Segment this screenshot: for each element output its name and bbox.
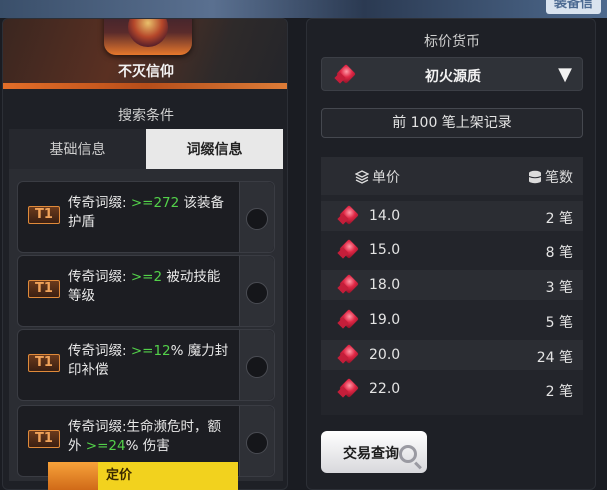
tier-badge: T1 (28, 280, 60, 298)
currency-selected: 初火源质 (425, 69, 481, 85)
row-count: 5 笔 (545, 315, 573, 331)
ember-gem-icon (339, 275, 359, 295)
affix-select-radio[interactable] (246, 432, 268, 454)
currency-select[interactable]: 初火源质 ▼ (321, 57, 583, 91)
row-price: 20.0 (369, 347, 401, 363)
layers-icon (355, 170, 369, 184)
search-tabs: 基础信息 词缀信息 (9, 129, 283, 169)
chevron-down-icon: ▼ (558, 64, 572, 85)
tab-basic-info[interactable]: 基础信息 (9, 129, 146, 169)
table-row[interactable]: 19.0 5 笔 (321, 305, 583, 335)
table-row[interactable]: 14.0 2 笔 (321, 201, 583, 231)
ember-gem-icon (339, 379, 359, 399)
price-table: 单价 笔数 14.0 2 笔 15.0 8 笔 18.0 3 笔 19.0 5 … (321, 157, 583, 415)
character-figure-icon (128, 19, 168, 47)
search-icon (399, 445, 417, 463)
currency-title: 标价货币 (424, 34, 480, 50)
table-row[interactable]: 22.0 2 笔 (321, 374, 583, 404)
row-count: 8 笔 (545, 245, 573, 261)
row-count: 2 笔 (545, 211, 573, 227)
row-count: 24 笔 (536, 350, 573, 366)
row-price: 18.0 (369, 277, 401, 293)
affix-select-radio[interactable] (246, 356, 268, 378)
row-count: 2 笔 (545, 384, 573, 400)
item-search-panel: 不灭信仰 搜索条件 基础信息 词缀信息 T1 传奇词缀: >=272 该装备护盾… (2, 18, 288, 490)
row-price: 19.0 (369, 312, 401, 328)
game-world-background: 装备信 (0, 0, 607, 18)
table-row[interactable]: 20.0 24 笔 (321, 340, 583, 370)
trade-query-label: 交易查询 (343, 446, 399, 462)
affix-text: 传奇词缀: >=2 被动技能等级 (68, 269, 221, 304)
row-price: 14.0 (369, 208, 401, 224)
price-panel: 标价货币 初火源质 ▼ 前 100 笔上架记录 单价 笔数 14.0 2 笔 1… (306, 18, 596, 490)
item-portrait-icon (104, 19, 192, 55)
listing-history-button[interactable]: 前 100 笔上架记录 (321, 108, 583, 138)
table-row[interactable]: 15.0 8 笔 (321, 235, 583, 265)
table-header: 单价 笔数 (321, 157, 583, 195)
ember-gem-icon (339, 345, 359, 365)
item-header: 不灭信仰 (3, 19, 287, 89)
row-price: 15.0 (369, 242, 401, 258)
ember-gem-icon (339, 310, 359, 330)
trade-query-button[interactable]: 交易查询 (321, 431, 427, 473)
affix-item[interactable]: T1 传奇词缀: >=2 被动技能等级 (17, 255, 275, 327)
pricing-tab[interactable]: 定价 (48, 462, 238, 490)
count-column-header: 笔数 (528, 167, 573, 187)
search-conditions-title: 搜索条件 (118, 108, 174, 124)
row-count: 3 笔 (545, 280, 573, 296)
affix-item[interactable]: T1 传奇词缀: >=12% 魔力封印补偿 (17, 329, 275, 401)
coin-stack-icon (528, 170, 542, 184)
ember-gem-icon (339, 206, 359, 226)
tier-badge: T1 (28, 206, 60, 224)
affix-text: 传奇词缀:生命濒危时，额外 >=24% 伤害 (68, 419, 222, 454)
ember-gem-icon (339, 240, 359, 260)
pricing-label: 定价 (98, 462, 238, 490)
affix-text: 传奇词缀: >=272 该装备护盾 (68, 195, 225, 230)
item-name: 不灭信仰 (118, 64, 174, 80)
tier-badge: T1 (28, 354, 60, 372)
pricing-icon (48, 462, 98, 490)
affix-item[interactable]: T1 传奇词缀: >=272 该装备护盾 (17, 181, 275, 253)
table-row[interactable]: 18.0 3 笔 (321, 270, 583, 300)
tier-badge: T1 (28, 430, 60, 448)
affix-select-radio[interactable] (246, 282, 268, 304)
row-price: 22.0 (369, 381, 401, 397)
price-column-header: 单价 (355, 167, 400, 187)
affix-select-radio[interactable] (246, 208, 268, 230)
equipment-info-tag[interactable]: 装备信 (545, 0, 601, 14)
affix-text: 传奇词缀: >=12% 魔力封印补偿 (68, 343, 229, 378)
tab-affix-info[interactable]: 词缀信息 (146, 129, 283, 169)
affix-list: T1 传奇词缀: >=272 该装备护盾 T1 传奇词缀: >=2 被动技能等级… (9, 169, 283, 481)
